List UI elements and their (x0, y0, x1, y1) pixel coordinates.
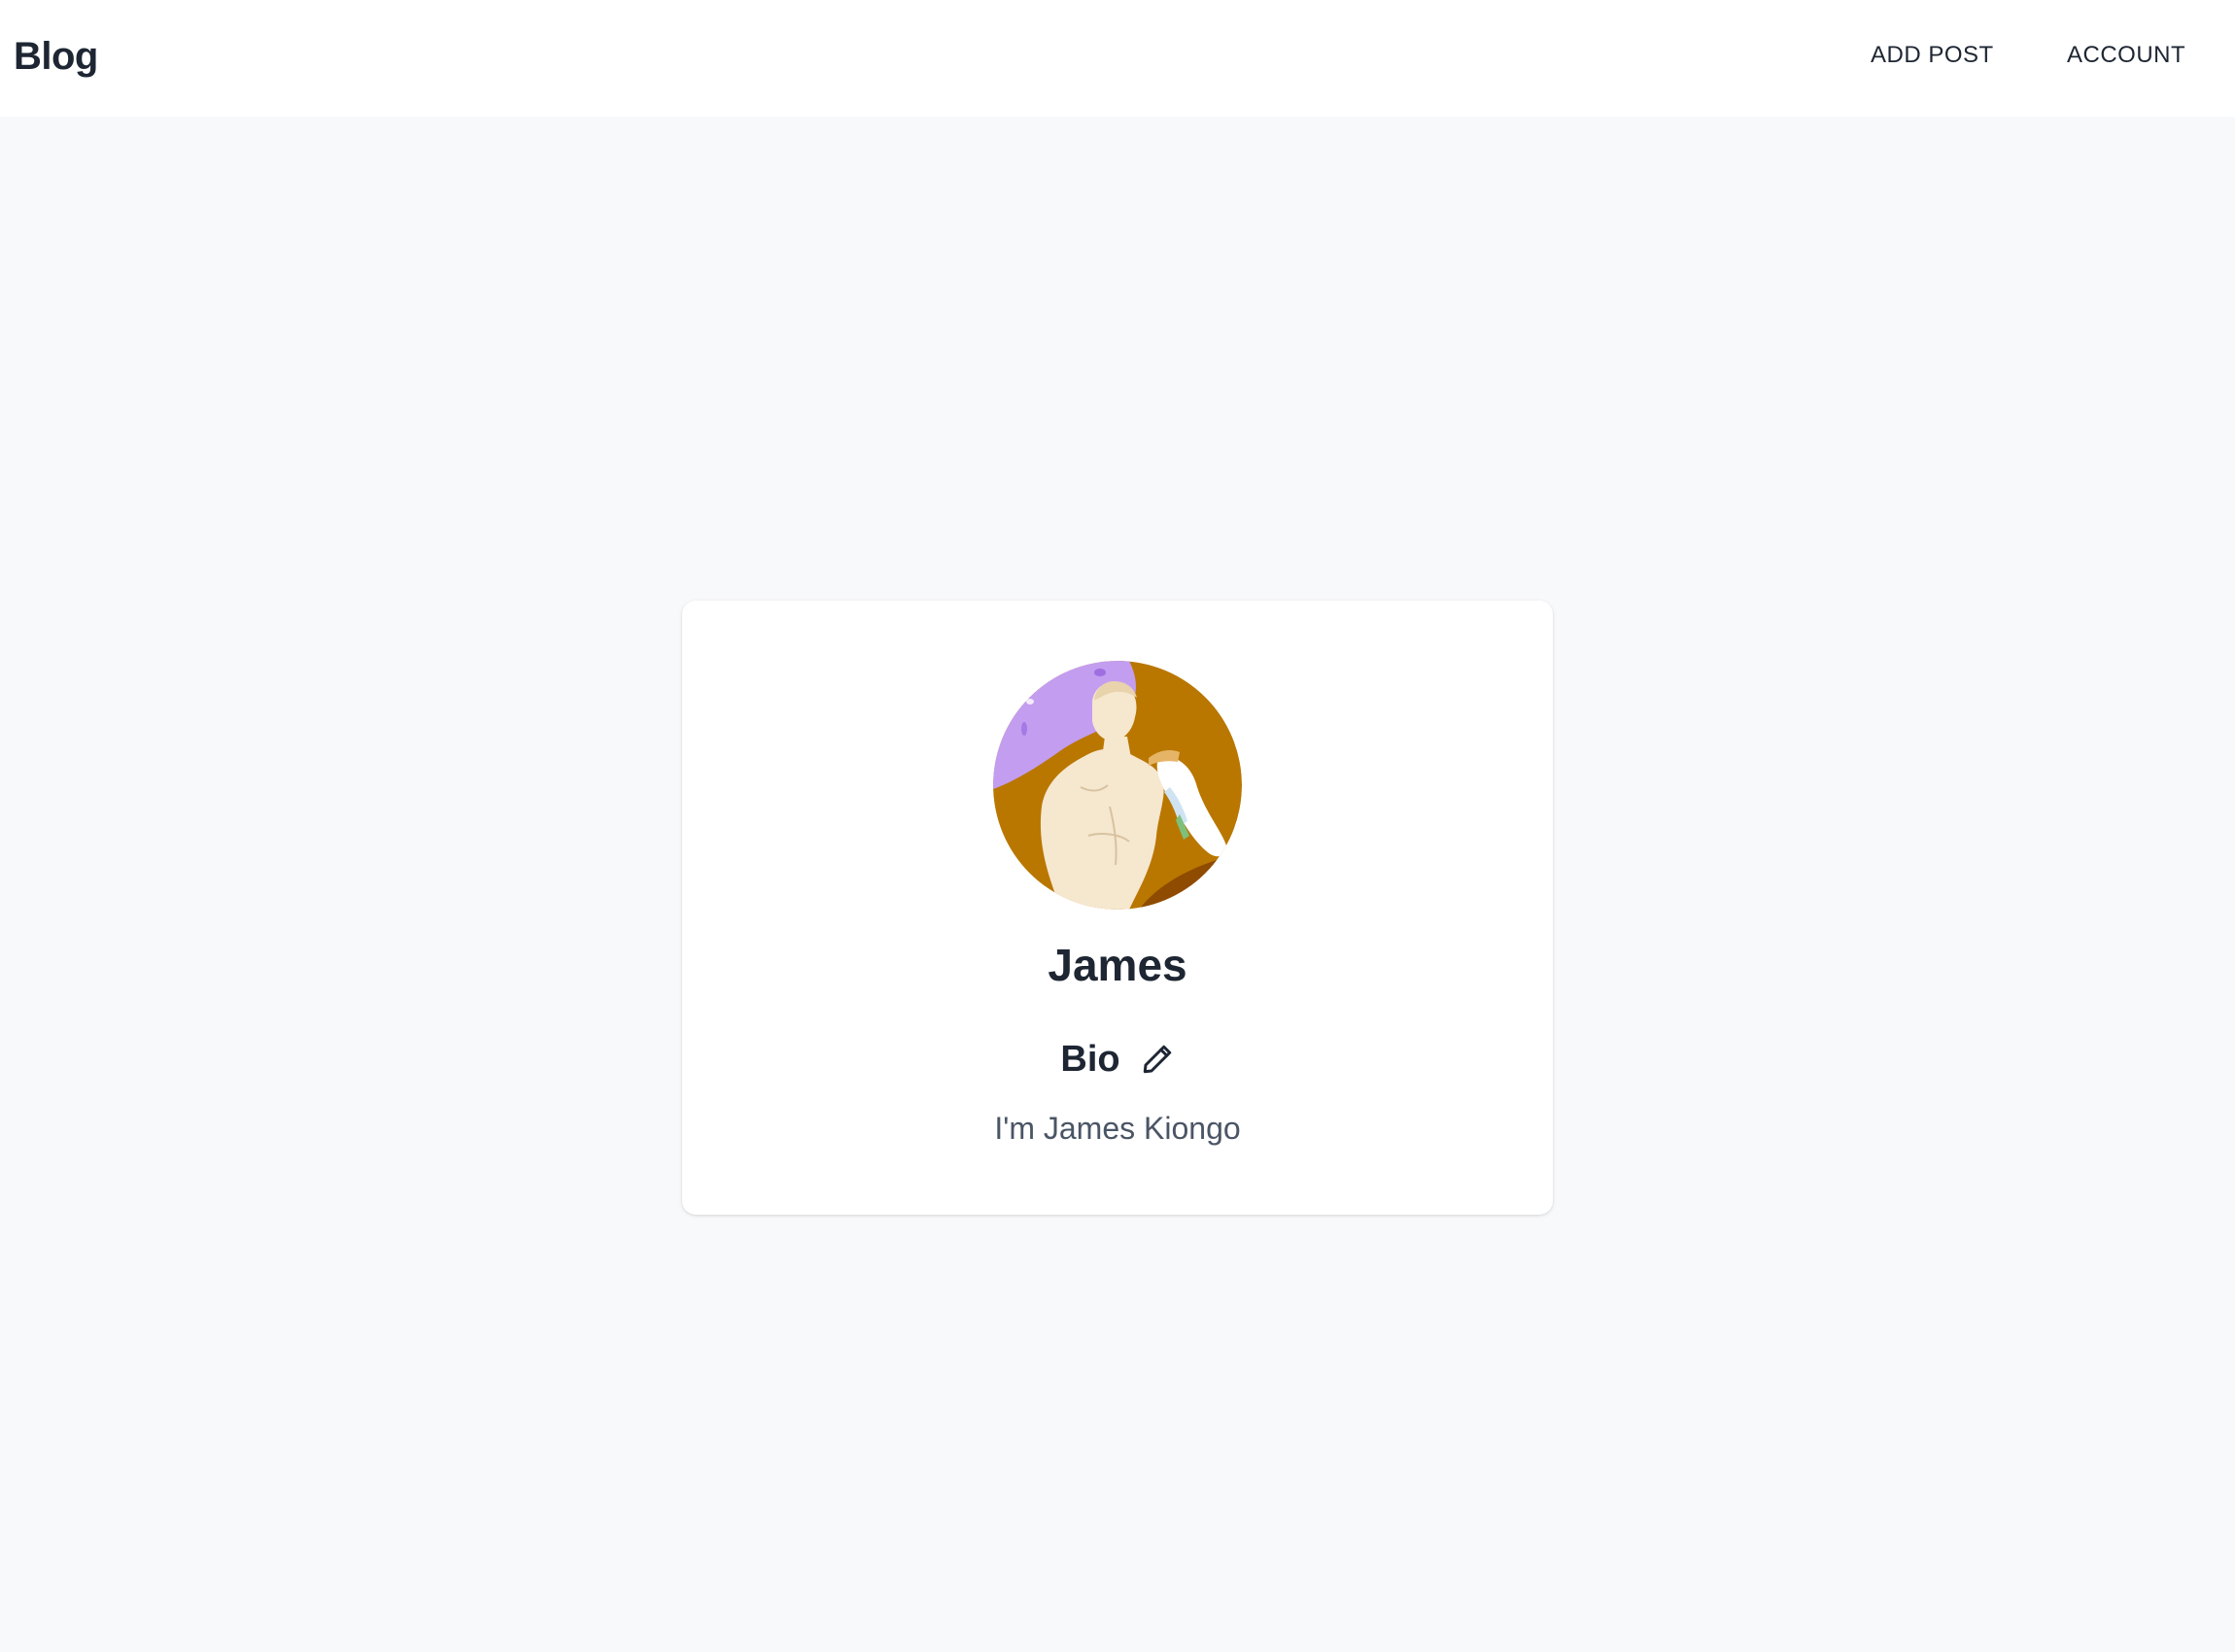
statue-avatar-icon (993, 661, 1242, 910)
profile-name: James (1048, 940, 1187, 990)
bio-header: Bio (682, 1034, 1553, 1084)
bio-text: I'm James Kiongo (994, 1111, 1241, 1146)
profile-card: James Bio I'm James Kiongo (682, 601, 1553, 1215)
bio-heading: Bio (1060, 1039, 1120, 1080)
top-navbar: Blog ADD POST ACCOUNT (0, 0, 2235, 117)
avatar (993, 661, 1242, 910)
pencil-icon[interactable] (1140, 1042, 1175, 1077)
add-post-link[interactable]: ADD POST (1871, 39, 1994, 72)
account-link[interactable]: ACCOUNT (2067, 39, 2185, 72)
brand-logo[interactable]: Blog (14, 31, 98, 82)
